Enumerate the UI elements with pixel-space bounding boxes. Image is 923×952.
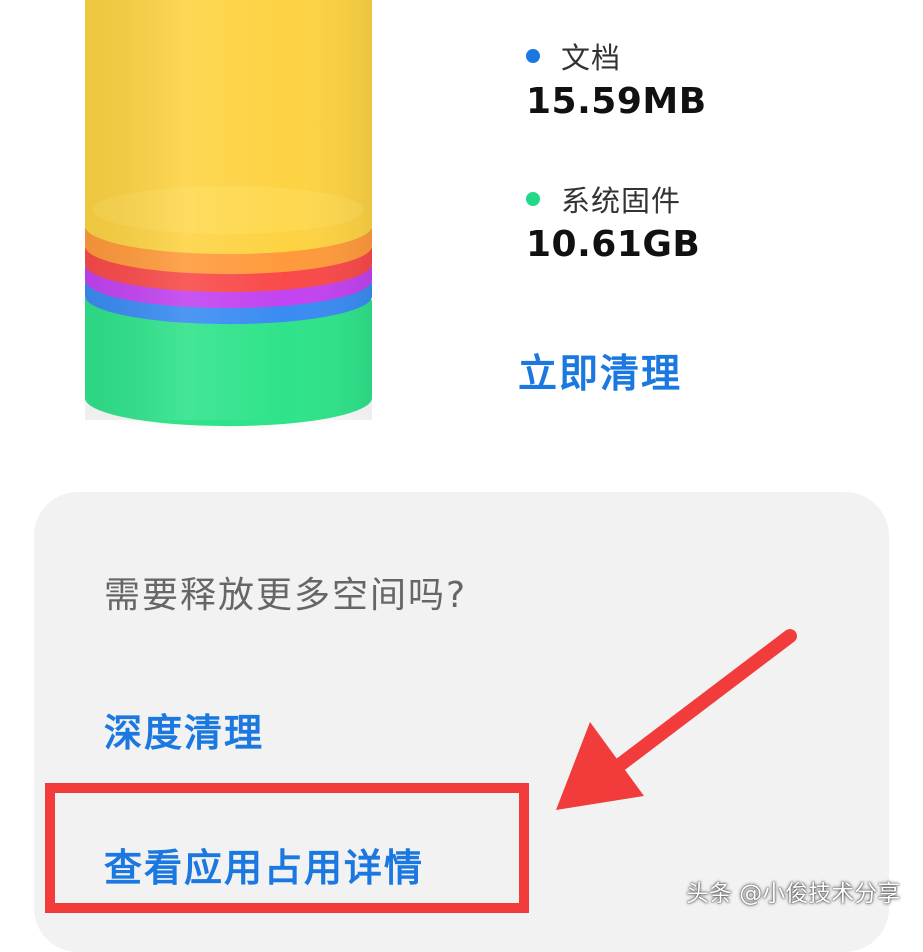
clean-now-button[interactable]: 立即清理: [518, 343, 682, 399]
legend-value: 10.61GB: [526, 224, 701, 265]
legend-dot-system-firmware: [526, 192, 540, 206]
legend-label: 系统固件: [561, 184, 682, 218]
storage-cylinder-graphic: [85, 0, 372, 440]
legend-item-documents: 文档 15.59MB: [526, 38, 707, 124]
legend-label: 文档: [561, 41, 622, 75]
panel-title: 需要释放更多空间吗?: [104, 575, 468, 616]
view-app-usage-link[interactable]: 查看应用占用详情: [104, 837, 424, 892]
deep-clean-link[interactable]: 深度清理: [104, 702, 264, 757]
legend-item-system-firmware: 系统固件 10.61GB: [526, 181, 700, 267]
watermark: 头条 @小俊技术分享: [686, 881, 901, 907]
legend-value: 15.59MB: [526, 81, 707, 122]
legend-dot-documents: [526, 49, 540, 63]
